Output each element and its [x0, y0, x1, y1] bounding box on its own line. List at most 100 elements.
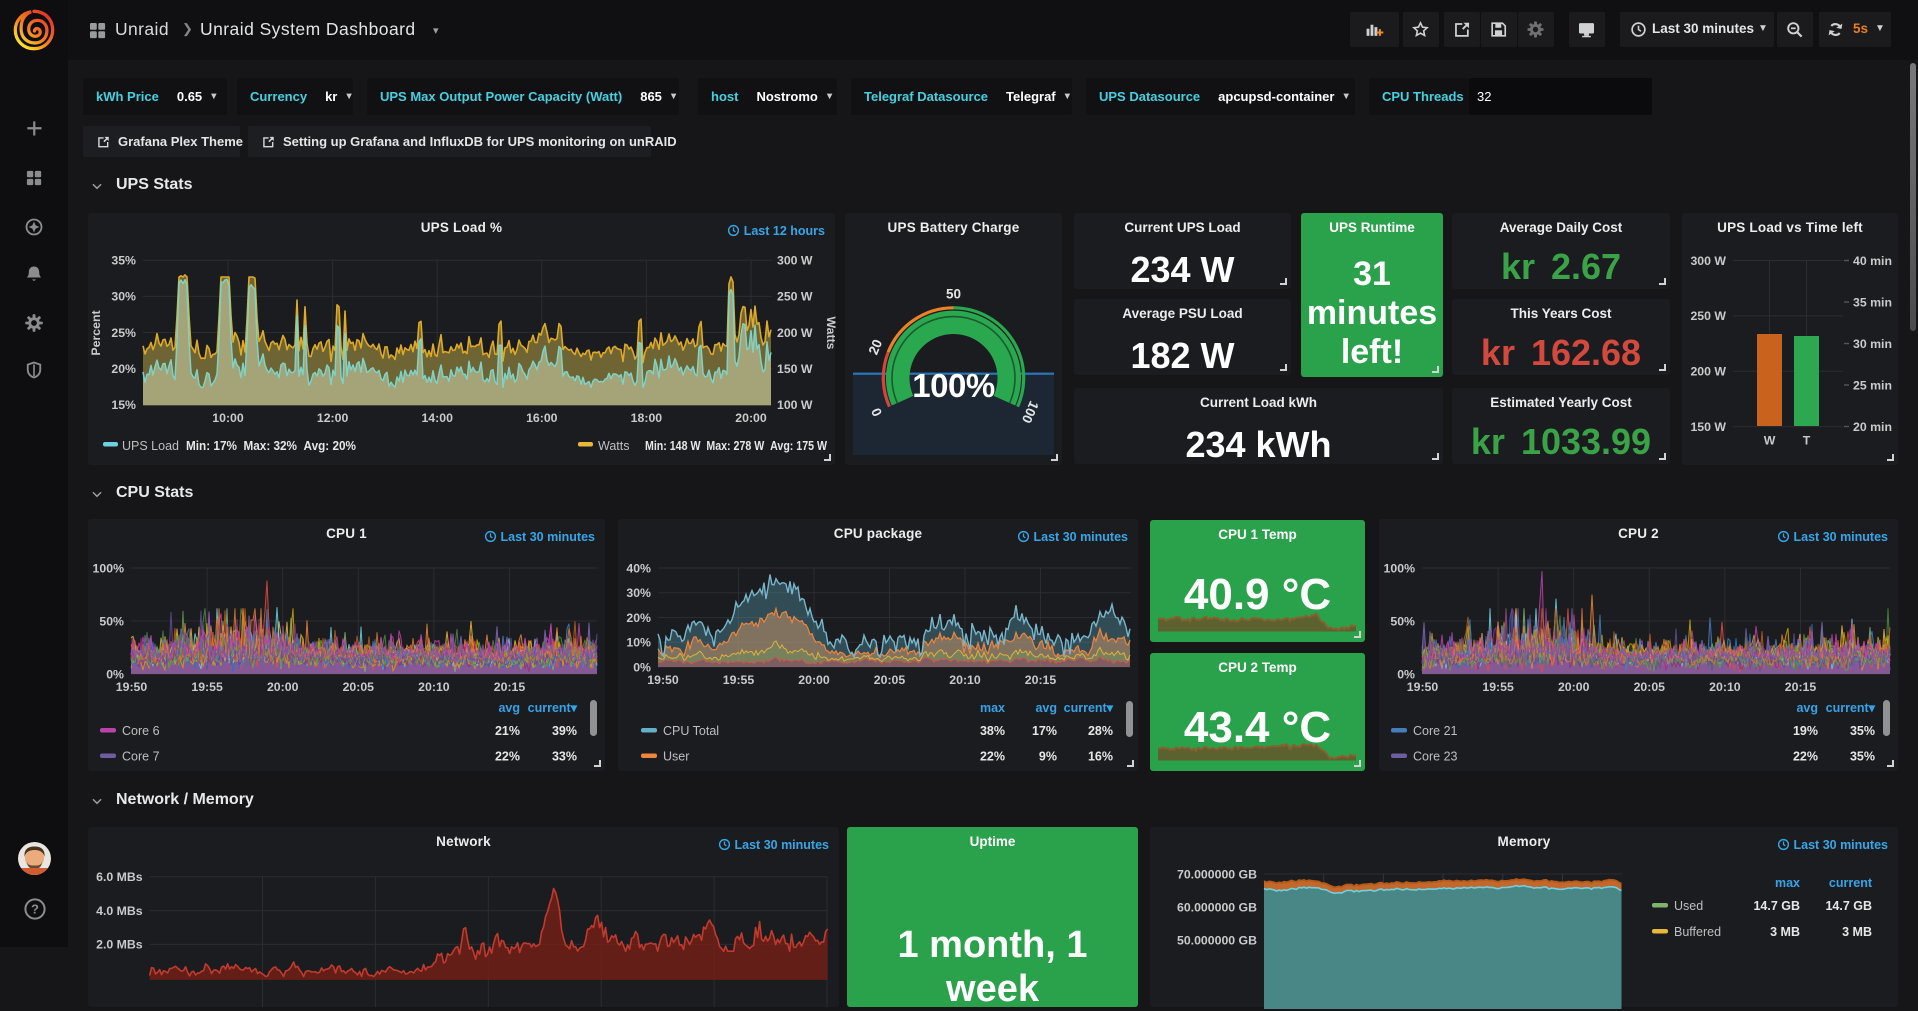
svg-text:T: T: [1803, 434, 1811, 448]
svg-text:20%: 20%: [626, 611, 651, 625]
svg-text:20:10: 20:10: [1709, 680, 1741, 694]
svg-text:19:55: 19:55: [1482, 680, 1514, 694]
svg-text:12:00: 12:00: [317, 411, 349, 425]
svg-text:100%: 100%: [1384, 561, 1416, 575]
svg-text:current▾: current▾: [1064, 701, 1114, 715]
svg-text:20:15: 20:15: [1785, 680, 1817, 694]
svg-text:100%: 100%: [912, 367, 995, 404]
svg-text:18:00: 18:00: [631, 411, 663, 425]
svg-text:22%: 22%: [495, 750, 520, 764]
svg-text:300 W: 300 W: [1690, 254, 1726, 268]
svg-text:Min: 17% Max: 32% Avg: 20%: Min: 17% Max: 32% Avg: 20%: [186, 439, 356, 453]
svg-text:2.0 MBs: 2.0 MBs: [96, 938, 143, 952]
svg-text:19:50: 19:50: [116, 680, 148, 694]
svg-text:Watts: Watts: [824, 316, 838, 349]
svg-text:39%: 39%: [552, 724, 577, 738]
svg-text:20:00: 20:00: [735, 411, 767, 425]
svg-text:33%: 33%: [552, 750, 577, 764]
svg-text:50%: 50%: [1390, 614, 1415, 628]
svg-text:35 min: 35 min: [1853, 295, 1892, 309]
svg-text:35%: 35%: [111, 254, 136, 268]
svg-text:W: W: [1764, 434, 1776, 448]
svg-text:21%: 21%: [495, 724, 520, 738]
svg-text:19:55: 19:55: [723, 673, 755, 687]
svg-text:35%: 35%: [1850, 750, 1875, 764]
svg-text:4.0 MBs: 4.0 MBs: [96, 904, 143, 918]
svg-text:Core 21: Core 21: [1413, 724, 1458, 738]
svg-text:25%: 25%: [111, 326, 136, 340]
svg-text:Percent: Percent: [89, 310, 103, 355]
svg-text:40 min: 40 min: [1853, 254, 1892, 268]
svg-text:20:15: 20:15: [1025, 673, 1057, 687]
svg-text:10%: 10%: [626, 636, 651, 650]
svg-text:28%: 28%: [1088, 724, 1113, 738]
svg-text:19:50: 19:50: [647, 673, 679, 687]
svg-text:300 W: 300 W: [777, 254, 813, 268]
svg-text:50%: 50%: [99, 614, 124, 628]
svg-text:User: User: [663, 750, 689, 764]
svg-text:50.000000 GB: 50.000000 GB: [1177, 934, 1257, 948]
svg-text:Core 6: Core 6: [122, 724, 160, 738]
svg-text:10:00: 10:00: [212, 411, 244, 425]
svg-text:20:00: 20:00: [1558, 680, 1590, 694]
svg-text:50: 50: [946, 287, 961, 302]
svg-text:20 min: 20 min: [1853, 420, 1892, 434]
svg-text:20:00: 20:00: [798, 673, 830, 687]
svg-text:30 min: 30 min: [1853, 337, 1892, 351]
svg-text:20:15: 20:15: [494, 680, 526, 694]
svg-text:200 W: 200 W: [777, 326, 813, 340]
svg-text:40%: 40%: [626, 561, 651, 575]
svg-text:current▾: current▾: [528, 701, 578, 715]
svg-text:Core 7: Core 7: [122, 750, 160, 764]
svg-text:20%: 20%: [111, 362, 136, 376]
svg-text:?: ?: [31, 901, 39, 916]
svg-text:60.000000 GB: 60.000000 GB: [1177, 901, 1257, 915]
svg-text:6.0 MBs: 6.0 MBs: [96, 870, 143, 884]
svg-text:current▾: current▾: [1826, 701, 1876, 715]
svg-text:20:10: 20:10: [418, 680, 450, 694]
svg-text:Used: Used: [1674, 899, 1703, 913]
svg-text:19:55: 19:55: [191, 680, 223, 694]
svg-text:Watts: Watts: [598, 439, 629, 453]
svg-text:19:50: 19:50: [1407, 680, 1439, 694]
svg-text:14.7 GB: 14.7 GB: [1825, 899, 1872, 913]
svg-text:Min: 148 W Max: 278 W Avg: 1: Min: 148 W Max: 278 W Avg: 175 W: [645, 439, 827, 453]
svg-text:19%: 19%: [1793, 724, 1818, 738]
svg-text:max: max: [980, 701, 1005, 715]
svg-text:22%: 22%: [980, 750, 1005, 764]
svg-text:150 W: 150 W: [777, 362, 813, 376]
svg-text:250 W: 250 W: [1690, 309, 1726, 323]
svg-text:16:00: 16:00: [526, 411, 558, 425]
svg-text:current: current: [1829, 876, 1873, 890]
svg-text:20:05: 20:05: [1634, 680, 1666, 694]
svg-text:22%: 22%: [1793, 750, 1818, 764]
svg-text:20:10: 20:10: [949, 673, 981, 687]
svg-text:70.000000 GB: 70.000000 GB: [1177, 867, 1257, 881]
svg-text:25 min: 25 min: [1853, 378, 1892, 392]
svg-text:20: 20: [866, 337, 886, 357]
svg-text:UPS Load: UPS Load: [122, 439, 179, 453]
svg-text:avg: avg: [1035, 701, 1057, 715]
svg-text:avg: avg: [498, 701, 520, 715]
svg-text:9%: 9%: [1039, 750, 1057, 764]
svg-text:35%: 35%: [1850, 724, 1875, 738]
svg-text:20:00: 20:00: [267, 680, 299, 694]
svg-text:100%: 100%: [93, 561, 125, 575]
svg-text:CPU Total: CPU Total: [663, 724, 719, 738]
svg-text:38%: 38%: [980, 724, 1005, 738]
svg-text:20:05: 20:05: [343, 680, 375, 694]
svg-text:30%: 30%: [111, 290, 136, 304]
svg-text:14:00: 14:00: [421, 411, 453, 425]
svg-text:Core 23: Core 23: [1413, 750, 1458, 764]
svg-text:30%: 30%: [626, 586, 651, 600]
svg-text:200 W: 200 W: [1690, 365, 1726, 379]
svg-text:3 MB: 3 MB: [1842, 925, 1872, 939]
svg-text:100 W: 100 W: [777, 398, 813, 412]
svg-text:150 W: 150 W: [1690, 420, 1726, 434]
svg-text:20:05: 20:05: [874, 673, 906, 687]
svg-text:3 MB: 3 MB: [1770, 925, 1800, 939]
svg-text:16%: 16%: [1088, 750, 1113, 764]
svg-text:17%: 17%: [1032, 724, 1057, 738]
svg-text:15%: 15%: [111, 398, 136, 412]
svg-text:Buffered: Buffered: [1674, 925, 1721, 939]
